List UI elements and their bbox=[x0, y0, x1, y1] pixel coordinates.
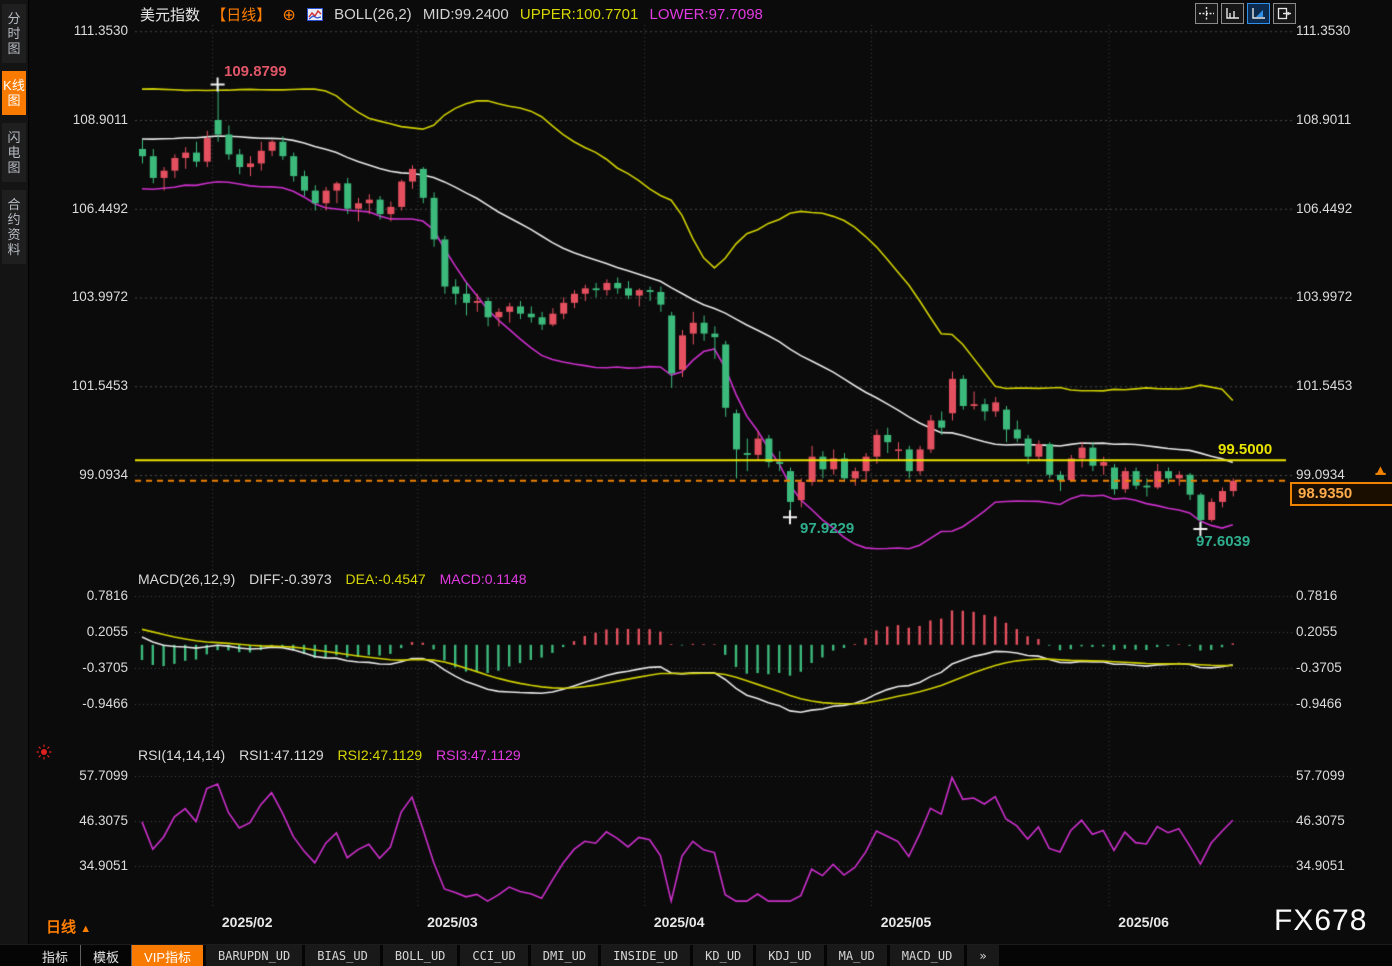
xtick-3: 2025/05 bbox=[861, 914, 951, 930]
tab-ma-ud[interactable]: MA_UD bbox=[827, 945, 887, 966]
chart-header: 美元指数 【日线】 ⊕ BOLL(26,2) MID:99.2400 UPPER… bbox=[140, 4, 770, 22]
axis-scale-icon[interactable] bbox=[1221, 3, 1244, 24]
chart-canvas[interactable] bbox=[0, 0, 1392, 966]
tab-bias-ud[interactable]: BIAS_UD bbox=[305, 945, 380, 966]
boll-params: BOLL(26,2) bbox=[334, 6, 412, 23]
tab-barupdn-ud[interactable]: BARUPDN_UD bbox=[206, 945, 302, 966]
rsi-ytick-right-2: 34.9051 bbox=[1296, 858, 1388, 874]
macd-ytick-right-3: -0.9466 bbox=[1296, 696, 1388, 712]
tab-»[interactable]: » bbox=[967, 945, 998, 966]
resistance-line-label: 99.5000 bbox=[1218, 441, 1272, 458]
chart-app: { "header": { "symbol": "美元指数", "period_… bbox=[0, 0, 1392, 966]
xtick-4: 2025/06 bbox=[1099, 914, 1189, 930]
rsi-title: RSI(14,14,14) bbox=[138, 747, 225, 763]
macd-ytick-left-3: -0.9466 bbox=[36, 696, 128, 712]
rsi-ytick-right-1: 46.3075 bbox=[1296, 813, 1388, 829]
brand-watermark: FX678 bbox=[1274, 904, 1367, 938]
main-ytick-right-1: 108.9011 bbox=[1296, 112, 1388, 128]
low1-price-annotation: 97.9229 bbox=[800, 520, 854, 537]
tab-模板[interactable]: 模板 bbox=[81, 945, 132, 966]
xtick-1: 2025/03 bbox=[407, 914, 497, 930]
period-selector[interactable]: 日线 ▲ bbox=[46, 916, 91, 937]
rsi-ytick-right-0: 57.7099 bbox=[1296, 768, 1388, 784]
main-ytick-left-0: 111.3530 bbox=[36, 23, 128, 39]
rsi-ytick-left-0: 57.7099 bbox=[36, 768, 128, 784]
rsi-ytick-left-2: 34.9051 bbox=[36, 858, 128, 874]
high-price-annotation: 109.8799 bbox=[224, 63, 287, 80]
exit-chart-icon[interactable] bbox=[1273, 3, 1296, 24]
tab-kd-ud[interactable]: KD_UD bbox=[693, 945, 753, 966]
tab-vip指标[interactable]: VIP指标 bbox=[132, 945, 203, 966]
boll-upper-value: UPPER:100.7701 bbox=[520, 6, 638, 23]
tab-cci-ud[interactable]: CCI_UD bbox=[460, 945, 527, 966]
main-ytick-right-5: 99.0934 bbox=[1296, 467, 1388, 483]
sidebar-item-1[interactable]: K线图 bbox=[2, 71, 26, 115]
tab-inside-ud[interactable]: INSIDE_UD bbox=[601, 945, 690, 966]
main-ytick-left-5: 99.0934 bbox=[36, 467, 128, 483]
macd-header: MACD(26,12,9) DIFF:-0.3973 DEA:-0.4547 M… bbox=[138, 571, 537, 587]
period-tag: 【日线】 bbox=[211, 7, 271, 24]
macd-ytick-left-2: -0.3705 bbox=[36, 660, 128, 676]
tab-dmi-ud[interactable]: DMI_UD bbox=[531, 945, 598, 966]
rsi2-value: RSI2:47.1129 bbox=[338, 747, 423, 763]
main-ytick-right-0: 111.3530 bbox=[1296, 23, 1388, 39]
pan-crosshair-icon[interactable] bbox=[1195, 3, 1218, 24]
period-label: 日线 bbox=[46, 919, 76, 936]
macd-ytick-right-1: 0.2055 bbox=[1296, 624, 1388, 640]
macd-ytick-left-1: 0.2055 bbox=[36, 624, 128, 640]
low2-price-annotation: 97.6039 bbox=[1196, 533, 1250, 550]
main-ytick-right-2: 106.4492 bbox=[1296, 201, 1388, 217]
main-ytick-right-4: 101.5453 bbox=[1296, 378, 1388, 394]
macd-ytick-right-2: -0.3705 bbox=[1296, 660, 1388, 676]
main-ytick-left-1: 108.9011 bbox=[36, 112, 128, 128]
tab-macd-ud[interactable]: MACD_UD bbox=[890, 945, 965, 966]
boll-mid-value: MID:99.2400 bbox=[423, 6, 509, 23]
main-ytick-left-3: 103.9972 bbox=[36, 289, 128, 305]
rsi-ytick-left-1: 46.3075 bbox=[36, 813, 128, 829]
macd-dea-value: DEA:-0.4547 bbox=[346, 571, 426, 587]
symbol-name: 美元指数 bbox=[140, 7, 200, 24]
tab-指标[interactable]: 指标 bbox=[30, 945, 81, 966]
sidebar-item-0[interactable]: 分时图 bbox=[2, 4, 26, 63]
boll-lower-value: LOWER:97.7098 bbox=[650, 6, 763, 23]
macd-hist-value: MACD:0.1148 bbox=[440, 571, 527, 587]
sidebar-item-3[interactable]: 合约资料 bbox=[2, 190, 26, 264]
tab-kdj-ud[interactable]: KDJ_UD bbox=[756, 945, 823, 966]
tab-boll-ud[interactable]: BOLL_UD bbox=[383, 945, 458, 966]
period-arrow-icon: ▲ bbox=[80, 923, 91, 935]
sidebar-item-2[interactable]: 闪电图 bbox=[2, 123, 26, 182]
rsi-header: RSI(14,14,14) RSI1:47.1129 RSI2:47.1129 … bbox=[138, 747, 531, 763]
rsi3-value: RSI3:47.1129 bbox=[436, 747, 521, 763]
main-ytick-right-3: 103.9972 bbox=[1296, 289, 1388, 305]
main-ytick-left-4: 101.5453 bbox=[36, 378, 128, 394]
sidebar: 分时图 K线图闪电图合约资料 bbox=[0, 0, 29, 944]
rsi-alert-burst-icon[interactable] bbox=[36, 744, 52, 765]
indicator-tabbar: 指标模板VIP指标BARUPDN_UDBIAS_UDBOLL_UDCCI_UDD… bbox=[0, 944, 1392, 966]
add-compare-icon[interactable]: ⊕ bbox=[282, 7, 295, 24]
axis-scale-active-icon[interactable] bbox=[1247, 3, 1270, 24]
mini-chart-icon[interactable] bbox=[307, 6, 323, 23]
chart-toolbar bbox=[1195, 3, 1296, 24]
main-ytick-left-2: 106.4492 bbox=[36, 201, 128, 217]
xtick-0: 2025/02 bbox=[202, 914, 292, 930]
macd-diff-value: DIFF:-0.3973 bbox=[249, 571, 331, 587]
macd-ytick-right-0: 0.7816 bbox=[1296, 588, 1388, 604]
xtick-2: 2025/04 bbox=[634, 914, 724, 930]
macd-ytick-left-0: 0.7816 bbox=[36, 588, 128, 604]
macd-title: MACD(26,12,9) bbox=[138, 571, 235, 587]
rsi1-value: RSI1:47.1129 bbox=[239, 747, 324, 763]
